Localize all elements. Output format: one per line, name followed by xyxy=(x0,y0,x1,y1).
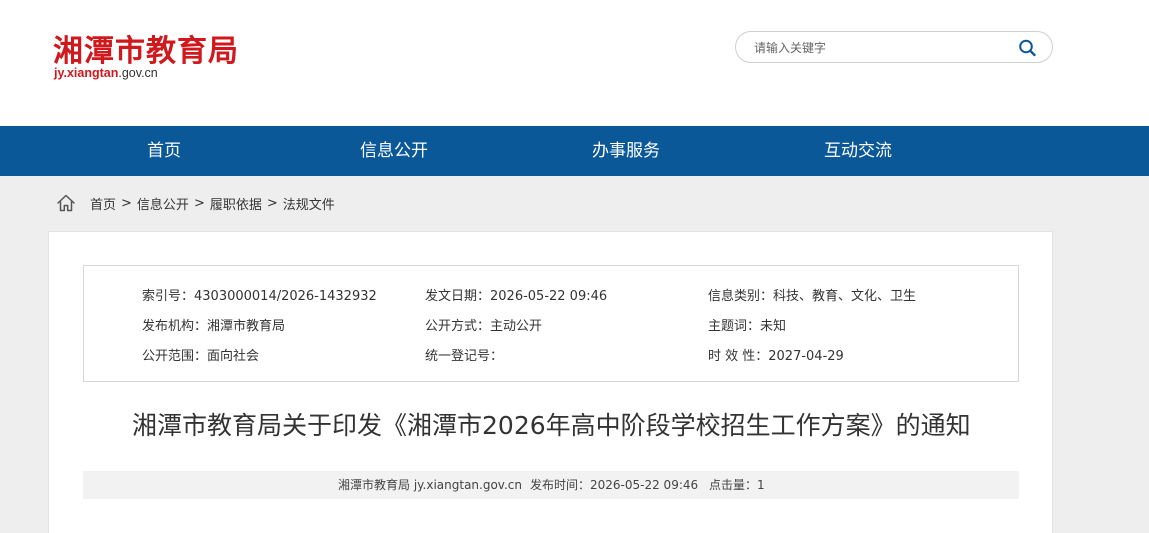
breadcrumb-separator: > xyxy=(121,195,132,211)
breadcrumb: 首页 > 信息公开 > 履职依据 > 法规文件 xyxy=(56,193,335,213)
breadcrumb-separator: > xyxy=(266,195,278,211)
breadcrumb-separator: > xyxy=(193,195,205,211)
site-url: jy.xiangtan.gov.cn xyxy=(54,66,158,80)
nav-item-services[interactable]: 办事服务 xyxy=(556,126,696,176)
breadcrumb-home[interactable]: 首页 xyxy=(90,194,116,213)
meta-issuer: 发布机构：湘潭市教育局 xyxy=(142,319,286,334)
meta-scope: 公开范围：面向社会 xyxy=(142,349,260,364)
document-title: 湘潭市教育局关于印发《湘潭市2026年高中阶段学校招生工作方案》的通知 xyxy=(132,411,971,440)
meta-public-mode: 公开方式：主动公开 xyxy=(425,319,543,334)
breadcrumb-regulations[interactable]: 法规文件 xyxy=(283,194,335,213)
breadcrumb-info-public[interactable]: 信息公开 xyxy=(137,194,189,213)
nav-item-info-public[interactable]: 信息公开 xyxy=(324,126,464,176)
home-icon[interactable] xyxy=(56,193,76,213)
article-publish-time: 发布时间：2026-05-22 09:46 xyxy=(530,478,699,492)
article-hit-count: 点击量：1 xyxy=(709,478,765,492)
nav-item-home[interactable]: 首页 xyxy=(94,126,234,176)
site-url-domain: jy.xiangtan xyxy=(54,66,119,80)
main-nav: 首页 信息公开 办事服务 互动交流 xyxy=(0,126,1149,176)
meta-register-no: 统一登记号： xyxy=(425,349,504,364)
search-box xyxy=(735,31,1053,63)
site-header: 湘潭市教育局 jy.xiangtan.gov.cn xyxy=(0,0,1149,126)
article-source: 湘潭市教育局 jy.xiangtan.gov.cn xyxy=(338,478,522,492)
site-title[interactable]: 湘潭市教育局 xyxy=(53,26,239,70)
meta-publish-date: 发文日期：2026-05-22 09:46 xyxy=(425,289,608,304)
meta-category: 信息类别：科技、教育、文化、卫生 xyxy=(708,289,917,304)
meta-subject: 主题词：未知 xyxy=(708,319,787,334)
search-icon[interactable] xyxy=(1018,39,1038,57)
breadcrumb-duty-basis[interactable]: 履职依据 xyxy=(210,194,262,213)
site-url-suffix: .gov.cn xyxy=(118,66,158,80)
nav-item-interaction[interactable]: 互动交流 xyxy=(788,126,928,176)
meta-validity: 时 效 性：2027-04-29 xyxy=(708,349,844,364)
search-input[interactable] xyxy=(754,38,1004,58)
meta-index-no: 索引号：4303000014/2026-1432932 xyxy=(142,289,377,304)
